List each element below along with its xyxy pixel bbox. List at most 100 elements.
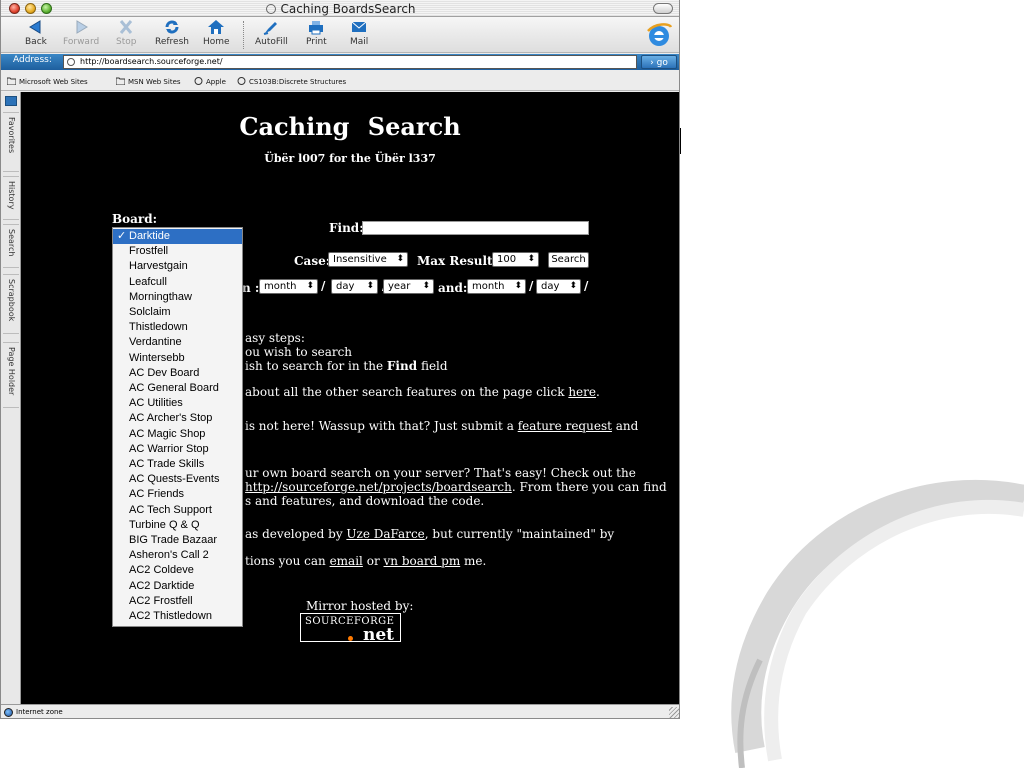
browser-window: Caching BoardsSearch Back Forward Stop R…	[0, 0, 680, 719]
board-option-label: Darktide	[129, 230, 170, 242]
max-results-select[interactable]: 100 ⬍	[492, 252, 539, 267]
home-button[interactable]: Home	[203, 19, 230, 47]
board-option[interactable]: Frostfell	[113, 244, 242, 259]
select-arrows-icon: ⬍	[366, 281, 374, 291]
board-option[interactable]: BIG Trade Bazaar	[113, 533, 242, 548]
favorite-cs103b[interactable]: CS103B:Discrete Structures	[237, 77, 346, 86]
board-option[interactable]: Verdantine	[113, 335, 242, 350]
from-year-select[interactable]: year ⬍	[383, 279, 434, 294]
board-option[interactable]: AC2 Coldeve	[113, 563, 242, 578]
tab-scrapbook[interactable]: Scrapbook	[3, 274, 19, 334]
favorite-msn-web-sites[interactable]: MSN Web Sites	[116, 77, 181, 86]
board-option[interactable]: Turbine Q & Q	[113, 518, 242, 533]
tab-history[interactable]: History	[3, 176, 19, 220]
print-button[interactable]: Print	[306, 19, 327, 47]
developer-link[interactable]: Uze DaFarce	[346, 527, 424, 541]
board-pm-link[interactable]: vn board pm	[384, 554, 461, 568]
board-option[interactable]: ✓ Darktide	[113, 229, 242, 244]
date-slash: /	[584, 279, 589, 293]
case-select[interactable]: Insensitive ⬍	[328, 252, 408, 267]
board-dropdown-menu[interactable]: ✓ Darktide Frostfell Harvestgain Leafcull Mor…	[112, 227, 243, 627]
autofill-button[interactable]: AutoFill	[255, 19, 288, 47]
board-option[interactable]: AC Utilities	[113, 396, 242, 411]
email-link[interactable]: email	[330, 554, 363, 568]
explorer-bar-toggle-icon[interactable]	[5, 96, 17, 106]
board-option[interactable]: AC2 Frostfell	[113, 594, 242, 609]
board-option-label: Verdantine	[129, 336, 182, 349]
internet-zone-globe-icon	[4, 708, 13, 717]
project-link[interactable]: http://sourceforge.net/projects/boardsea…	[245, 480, 512, 494]
tab-search[interactable]: Search	[3, 224, 19, 268]
forward-arrow-icon	[76, 20, 89, 34]
back-button[interactable]: Back	[25, 19, 47, 47]
resize-grip-icon[interactable]	[669, 707, 679, 718]
feature-request-link[interactable]: feature request	[518, 419, 612, 433]
board-option-label: AC Warrior Stop	[129, 442, 209, 455]
board-option[interactable]: Wintersebb	[113, 351, 242, 366]
toolbar-toggle-icon[interactable]	[653, 3, 673, 14]
board-option[interactable]: Leafcull	[113, 275, 242, 290]
zone-status: Internet zone	[16, 708, 63, 716]
forward-button[interactable]: Forward	[63, 19, 99, 47]
refresh-button[interactable]: Refresh	[155, 19, 189, 47]
board-option[interactable]: Solclaim	[113, 305, 242, 320]
search-button[interactable]: Search	[548, 252, 589, 268]
globe-icon	[194, 77, 203, 85]
select-arrows-icon: ⬍	[396, 254, 404, 264]
case-label: Case:	[294, 254, 331, 268]
tab-favorites[interactable]: Favorites	[3, 112, 19, 172]
from-month-select[interactable]: month ⬍	[259, 279, 318, 294]
desktop-swirl-graphic	[731, 479, 1024, 768]
printer-icon	[309, 21, 324, 35]
board-option[interactable]: AC Tech Support	[113, 503, 242, 518]
explorer-bar-tabs: Favorites History Search Scrapbook Page …	[1, 92, 21, 704]
stop-button[interactable]: Stop	[116, 19, 136, 47]
folder-icon	[116, 77, 125, 85]
mail-button[interactable]: Mail	[350, 19, 368, 47]
board-option[interactable]: AC General Board	[113, 381, 242, 396]
tab-page-holder[interactable]: Page Holder	[3, 342, 19, 408]
sourceforge-logo[interactable]: SOURCEFORGE net	[300, 613, 401, 645]
board-option-label: Wintersebb	[129, 351, 185, 364]
board-option-label: Thistledown	[129, 321, 188, 334]
board-option[interactable]: AC2 Darktide	[113, 579, 242, 594]
board-option-label: AC2 Thistledown	[129, 610, 212, 622]
board-option-label: Solclaim	[129, 306, 171, 318]
autofill-icon	[264, 22, 278, 35]
find-label: Find:	[329, 221, 364, 235]
board-option[interactable]: AC Quests-Events	[113, 472, 242, 487]
refresh-icon	[165, 20, 179, 34]
title-bar[interactable]: Caching BoardsSearch	[1, 0, 679, 17]
board-option[interactable]: AC2 Thistledown	[113, 609, 242, 624]
board-option-label: BIG Trade Bazaar	[129, 534, 218, 546]
board-option[interactable]: AC Magic Shop	[113, 427, 242, 442]
here-link[interactable]: here	[568, 385, 596, 399]
board-option[interactable]: AC Warrior Stop	[113, 442, 242, 457]
to-month-select[interactable]: month ⬍	[467, 279, 526, 294]
favorite-microsoft-web-sites[interactable]: Microsoft Web Sites	[7, 77, 88, 86]
board-option[interactable]: AC Friends	[113, 487, 242, 502]
find-input[interactable]	[362, 221, 589, 235]
developer-text: as developed by Uze DaFarce, but current…	[245, 527, 615, 541]
board-option[interactable]: Thistledown	[113, 320, 242, 335]
board-option-label: AC Quests-Events	[129, 473, 220, 486]
board-option[interactable]: AC Trade Skills	[113, 457, 242, 472]
own-search-text: ur own board search on your server? That…	[245, 466, 636, 480]
board-option-label: AC Trade Skills	[129, 458, 205, 470]
download-code-text: s and features, and download the code.	[245, 494, 485, 508]
board-option[interactable]: Asheron's Call 2	[113, 548, 242, 563]
from-day-select[interactable]: day ⬍	[331, 279, 378, 294]
board-option[interactable]: AC Archer's Stop	[113, 411, 242, 426]
board-option[interactable]: Morningthaw	[113, 290, 242, 305]
home-icon	[208, 20, 225, 34]
page-proxy-icon	[266, 4, 277, 14]
to-day-select[interactable]: day ⬍	[536, 279, 581, 294]
address-input[interactable]: http://boardsearch.sourceforge.net/	[63, 55, 637, 69]
board-option-label: Asheron's Call 2	[129, 549, 209, 562]
board-option[interactable]: Harvestgain	[113, 259, 242, 274]
board-option-label: AC Archer's Stop	[129, 412, 213, 425]
go-button[interactable]: › go	[641, 55, 677, 69]
board-option[interactable]: AC Dev Board	[113, 366, 242, 381]
window-title: Caching BoardsSearch	[1, 2, 679, 16]
favorite-apple[interactable]: Apple	[194, 77, 226, 86]
